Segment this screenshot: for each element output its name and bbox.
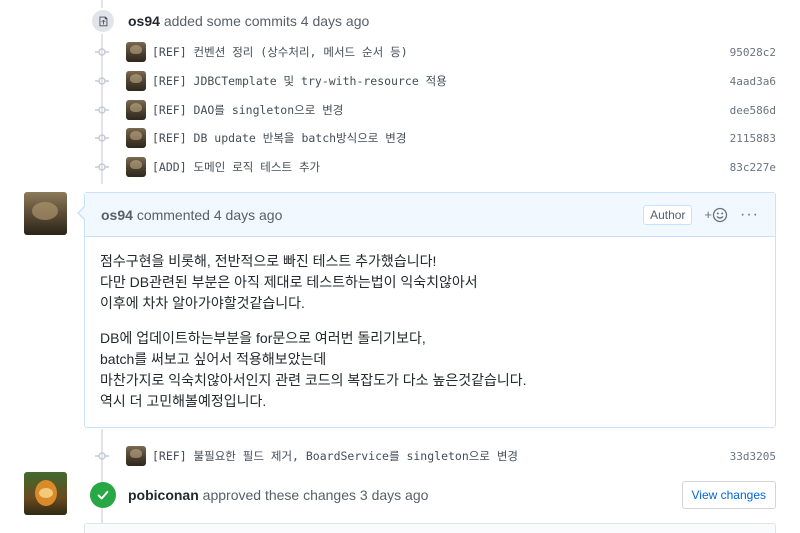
comment-author-link[interactable]: os94 <box>101 207 133 223</box>
smiley-icon <box>712 207 728 222</box>
event-author-link[interactable]: os94 <box>128 13 160 29</box>
commit-row: [REF] 불필요한 필드 제거, BoardService를 singleto… <box>94 445 776 467</box>
commits-event-header: os94 added some commits 4 days ago <box>90 7 369 35</box>
commit-row: [ADD] 도메인 로직 테스트 추가 83c227e <box>94 156 776 178</box>
commit-author-avatar[interactable] <box>126 71 146 91</box>
commit-message-link[interactable]: [ADD] 도메인 로직 테스트 추가 <box>152 159 320 175</box>
check-icon <box>90 482 116 508</box>
author-label: Author <box>643 204 693 225</box>
comment-body: 점수구현을 비롯해, 전반적으로 빠진 테스트 추가했습니다! 다만 DB관련된… <box>85 237 775 440</box>
event-text: added some commits <box>163 13 297 29</box>
commit-sha-link[interactable]: 33d3205 <box>730 450 776 463</box>
commit-row: [REF] 컨벤션 정리 (상수처리, 메서드 순서 등) 95028c2 <box>94 41 776 63</box>
comment-header: os94 commented 4 days ago Author + ··· <box>85 193 775 237</box>
git-commit-icon <box>94 73 110 89</box>
comment-time-link[interactable]: 4 days ago <box>214 207 283 223</box>
review-event: pobiconan approved these changes 3 days … <box>90 480 776 510</box>
comment-paragraph: 점수구현을 비롯해, 전반적으로 빠진 테스트 추가했습니다! 다만 DB관련된… <box>100 253 478 311</box>
commit-author-avatar[interactable] <box>126 100 146 120</box>
commit-sha-link[interactable]: 4aad3a6 <box>730 75 776 88</box>
review-box-stub <box>84 523 776 533</box>
commit-sha-link[interactable]: 95028c2 <box>730 46 776 59</box>
commit-message-link[interactable]: [REF] 컨벤션 정리 (상수처리, 메서드 순서 등) <box>152 44 408 60</box>
reaction-plus: + <box>704 207 713 222</box>
commit-sha-link[interactable]: dee586d <box>730 104 776 117</box>
commit-row: [REF] DAO를 singleton으로 변경 dee586d <box>94 99 776 121</box>
commit-message-link[interactable]: [REF] DB update 반복을 batch방식으로 변경 <box>152 130 406 146</box>
view-changes-button[interactable]: View changes <box>681 481 776 509</box>
comment-options-button[interactable]: ··· <box>740 206 759 224</box>
commit-author-avatar[interactable] <box>126 157 146 177</box>
reviewer-avatar[interactable] <box>24 472 67 515</box>
review-time-link[interactable]: 3 days ago <box>360 487 429 503</box>
commit-message-link[interactable]: [REF] DAO를 singleton으로 변경 <box>152 102 343 118</box>
commit-row: [REF] JDBCTemplate 및 try-with-resource 적… <box>94 70 776 92</box>
git-commit-icon <box>94 130 110 146</box>
review-text: approved these changes <box>202 487 357 503</box>
repo-push-icon <box>90 8 116 34</box>
commit-sha-link[interactable]: 2115883 <box>730 132 776 145</box>
commit-message-link[interactable]: [REF] JDBCTemplate 및 try-with-resource 적… <box>152 73 447 89</box>
comment-action: commented <box>136 206 210 223</box>
event-time[interactable]: 4 days ago <box>301 13 370 29</box>
git-commit-icon <box>94 102 110 118</box>
comment-paragraph: DB에 업데이트하는부분을 for문으로 여러번 돌리기보다, batch를 써… <box>100 330 527 409</box>
git-commit-icon <box>94 44 110 60</box>
git-commit-icon <box>94 159 110 175</box>
commit-author-avatar[interactable] <box>126 446 146 466</box>
comment-author-avatar[interactable] <box>24 192 67 235</box>
commit-author-avatar[interactable] <box>126 128 146 148</box>
commit-author-avatar[interactable] <box>126 42 146 62</box>
commit-row: [REF] DB update 반복을 batch방식으로 변경 2115883 <box>94 127 776 149</box>
add-reaction-button[interactable]: + <box>704 207 728 223</box>
comment-box: os94 commented 4 days ago Author + ··· 점… <box>77 192 776 428</box>
reviewer-author-link[interactable]: pobiconan <box>128 487 199 503</box>
git-commit-icon <box>94 448 110 464</box>
commit-sha-link[interactable]: 83c227e <box>730 161 776 174</box>
commit-message-link[interactable]: [REF] 불필요한 필드 제거, BoardService를 singleto… <box>152 448 518 464</box>
